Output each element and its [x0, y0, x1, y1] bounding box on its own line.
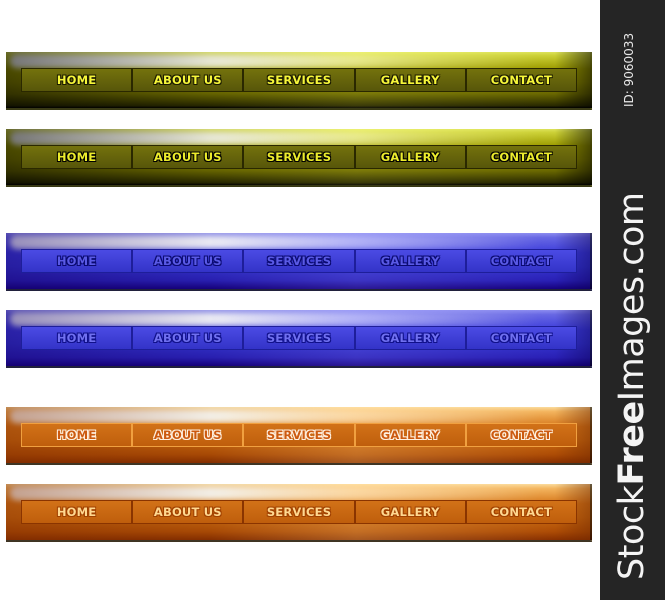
- nav-item-home[interactable]: HOME: [21, 249, 133, 273]
- nav-item-gallery[interactable]: GALLERY: [354, 249, 466, 273]
- navbar-blue-1: HOME ABOUT US SERVICES GALLERY CONTACT: [6, 233, 592, 291]
- gloss-highlight: [10, 486, 540, 500]
- nav-item-gallery[interactable]: GALLERY: [354, 423, 466, 447]
- nav-item-contact[interactable]: CONTACT: [465, 423, 578, 447]
- nav-menu: HOME ABOUT US SERVICES GALLERY CONTACT: [21, 68, 578, 92]
- gloss-highlight: [10, 312, 540, 326]
- nav-item-gallery[interactable]: GALLERY: [354, 145, 466, 169]
- gloss-highlight: [10, 235, 540, 249]
- nav-item-about-us[interactable]: ABOUT US: [132, 500, 244, 524]
- nav-item-contact[interactable]: CONTACT: [465, 326, 578, 350]
- nav-item-services[interactable]: SERVICES: [243, 249, 355, 273]
- nav-item-contact[interactable]: CONTACT: [465, 249, 578, 273]
- navbar-orange-2: HOME ABOUT US SERVICES GALLERY CONTACT: [6, 484, 592, 542]
- nav-item-services[interactable]: SERVICES: [243, 68, 355, 92]
- nav-menu: HOME ABOUT US SERVICES GALLERY CONTACT: [21, 249, 578, 273]
- nav-item-home[interactable]: HOME: [21, 145, 133, 169]
- nav-menu: HOME ABOUT US SERVICES GALLERY CONTACT: [21, 145, 578, 169]
- gloss-highlight: [10, 54, 540, 68]
- nav-item-home[interactable]: HOME: [21, 326, 133, 350]
- nav-item-home[interactable]: HOME: [21, 500, 133, 524]
- nav-item-about-us[interactable]: ABOUT US: [132, 68, 244, 92]
- gloss-highlight: [10, 409, 540, 423]
- navbar-olive-2: HOME ABOUT US SERVICES GALLERY CONTACT: [6, 129, 592, 187]
- nav-item-about-us[interactable]: ABOUT US: [132, 249, 244, 273]
- nav-item-services[interactable]: SERVICES: [243, 423, 355, 447]
- nav-item-gallery[interactable]: GALLERY: [354, 326, 466, 350]
- nav-item-about-us[interactable]: ABOUT US: [132, 326, 244, 350]
- nav-item-home[interactable]: HOME: [21, 68, 133, 92]
- navbar-blue-2: HOME ABOUT US SERVICES GALLERY CONTACT: [6, 310, 592, 368]
- nav-item-contact[interactable]: CONTACT: [465, 145, 578, 169]
- brand-bold: Free: [612, 401, 652, 486]
- nav-item-home[interactable]: HOME: [21, 423, 133, 447]
- brand-prefix: Stock: [612, 485, 652, 580]
- navbar-orange-1: HOME ABOUT US SERVICES GALLERY CONTACT: [6, 407, 592, 465]
- watermark-brand: StockFreeImages.com: [612, 192, 652, 580]
- nav-item-about-us[interactable]: ABOUT US: [132, 423, 244, 447]
- nav-item-contact[interactable]: CONTACT: [465, 68, 578, 92]
- nav-item-gallery[interactable]: GALLERY: [354, 500, 466, 524]
- brand-suffix: Images.com: [612, 192, 652, 402]
- navbar-olive-1: HOME ABOUT US SERVICES GALLERY CONTACT: [6, 52, 592, 110]
- nav-item-about-us[interactable]: ABOUT US: [132, 145, 244, 169]
- watermark-id: ID: 9060033: [622, 32, 636, 107]
- nav-item-services[interactable]: SERVICES: [243, 145, 355, 169]
- nav-item-contact[interactable]: CONTACT: [465, 500, 578, 524]
- nav-item-services[interactable]: SERVICES: [243, 326, 355, 350]
- nav-item-services[interactable]: SERVICES: [243, 500, 355, 524]
- nav-item-gallery[interactable]: GALLERY: [354, 68, 466, 92]
- nav-menu: HOME ABOUT US SERVICES GALLERY CONTACT: [21, 326, 578, 350]
- gloss-highlight: [10, 131, 540, 145]
- watermark-strip: ID: 9060033 StockFreeImages.com: [600, 0, 665, 600]
- nav-menu: HOME ABOUT US SERVICES GALLERY CONTACT: [21, 423, 578, 447]
- nav-menu: HOME ABOUT US SERVICES GALLERY CONTACT: [21, 500, 578, 524]
